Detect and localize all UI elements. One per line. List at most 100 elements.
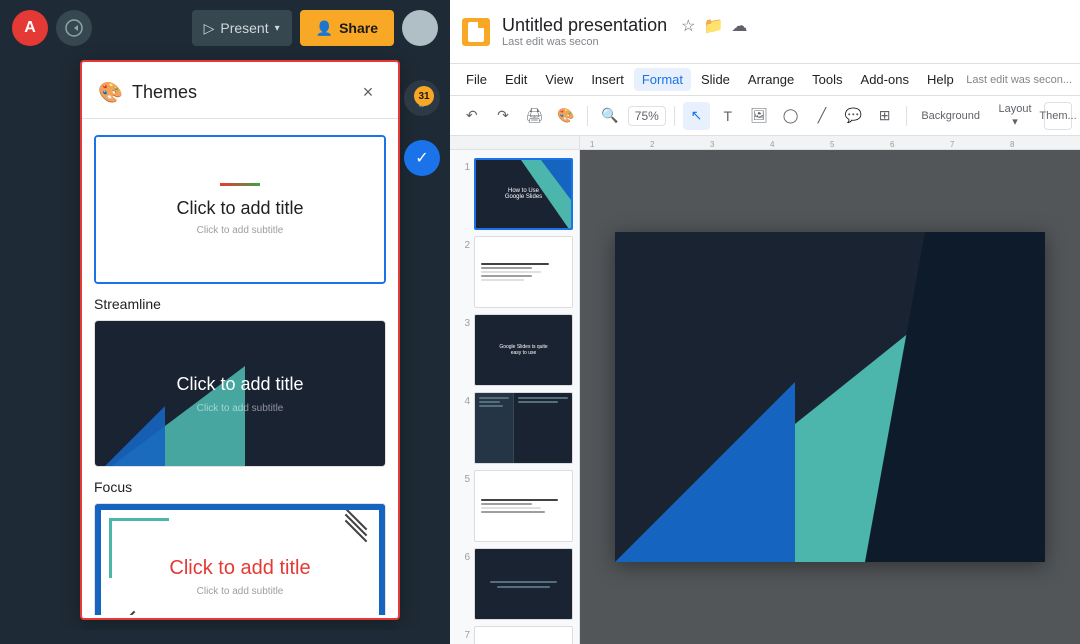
focus-lines-tr	[341, 518, 371, 532]
slide-number-6: 6	[456, 548, 470, 563]
table-row: 3 Google Slides is quiteeasy to use	[456, 314, 573, 386]
folder-icon[interactable]: 📁	[703, 16, 723, 36]
table-row: 1 How to UseGoogle Slides	[456, 158, 573, 230]
cursor-tool[interactable]: ↖	[683, 102, 710, 130]
svg-text:3: 3	[710, 140, 715, 149]
menu-tools[interactable]: Tools	[804, 68, 850, 91]
theme-card-focus[interactable]: Click to add title Click to add subtitle	[94, 503, 386, 615]
blank-theme-subtitle: Click to add subtitle	[197, 225, 284, 236]
line	[490, 581, 558, 583]
line-tool[interactable]: ╱	[808, 102, 835, 130]
undo-button[interactable]: ↶	[458, 102, 485, 130]
share-icon: 👤	[316, 20, 333, 37]
svg-text:8: 8	[1010, 140, 1015, 149]
google-account-icon[interactable]	[56, 10, 92, 46]
comment-tool[interactable]: 💬	[840, 102, 867, 130]
slide-4-preview	[475, 393, 572, 463]
toolbar-divider-3	[906, 106, 907, 126]
menu-format[interactable]: Format	[634, 68, 691, 91]
slide-thumb-4[interactable]	[474, 392, 573, 464]
slide-2-preview	[475, 237, 572, 307]
slide-number-2: 2	[456, 236, 470, 251]
line	[481, 263, 549, 265]
notification-badge: 31	[414, 86, 434, 106]
streamline-label: Streamline	[94, 296, 386, 312]
line	[479, 397, 509, 399]
menu-insert[interactable]: Insert	[583, 68, 632, 91]
table-row: 2	[456, 236, 573, 308]
line	[481, 271, 541, 273]
slide-thumb-3[interactable]: Google Slides is quiteeasy to use	[474, 314, 573, 386]
logo-corner	[478, 22, 484, 28]
slide-thumb-1[interactable]: How to UseGoogle Slides	[474, 158, 573, 230]
slide-thumb-6[interactable]	[474, 548, 573, 620]
ruler-area: 1 2 3 4 5 6 7 8	[450, 136, 1080, 150]
right-toolbar-buttons: Background Layout ▾ Them...	[915, 102, 1072, 130]
text-tool[interactable]: T	[714, 102, 741, 130]
embed-tool[interactable]: ⊞	[871, 102, 898, 130]
line	[479, 405, 503, 407]
slide-3-preview: Google Slides is quiteeasy to use	[475, 315, 572, 385]
table-row: 5	[456, 470, 573, 542]
zoom-value[interactable]: 75%	[628, 106, 666, 126]
themes-title: Themes	[132, 82, 354, 103]
presentation-title[interactable]: Untitled presentation	[502, 15, 667, 36]
logo-inner	[468, 22, 484, 42]
focus-title: Click to add title	[169, 557, 310, 580]
star-icon[interactable]: ☆	[681, 16, 695, 36]
layout-button[interactable]: Layout ▾	[990, 102, 1040, 130]
slide-number-4: 4	[456, 392, 470, 407]
redo-button[interactable]: ↷	[489, 102, 516, 130]
theme-button[interactable]: Them...	[1044, 102, 1072, 130]
slide-1-text: How to UseGoogle Slides	[505, 188, 542, 200]
left-panel: A ▷ Present ▾ 👤 Share 💡 31 ✓	[0, 0, 450, 630]
avatar[interactable]: A	[12, 10, 48, 46]
slide-6-preview	[475, 549, 572, 619]
main-slide[interactable]	[615, 232, 1045, 562]
menu-edit[interactable]: Edit	[497, 68, 535, 91]
theme-card-default[interactable]: Click to add title Click to add subtitle	[94, 135, 386, 284]
focus-corner-tl	[109, 518, 169, 578]
focus-preview: Click to add title Click to add subtitle	[95, 504, 385, 615]
blue-triangle	[95, 406, 165, 466]
menu-slide[interactable]: Slide	[693, 68, 738, 91]
blank-theme-preview: Click to add title Click to add subtitle	[96, 137, 384, 282]
slide-number-7: 7	[456, 626, 470, 641]
zoom-button[interactable]: 🔍	[596, 102, 623, 130]
table-row: 6	[456, 548, 573, 620]
image-tool[interactable]: 🖼	[746, 102, 773, 130]
present-button[interactable]: ▷ Present ▾	[192, 10, 292, 46]
close-button[interactable]: ×	[354, 78, 382, 106]
menu-bar: File Edit View Insert Format Slide Arran…	[450, 64, 1080, 96]
menu-file[interactable]: File	[458, 68, 495, 91]
slide-canvas-area[interactable]	[580, 150, 1080, 644]
toolbar-divider-1	[587, 106, 588, 126]
slide-thumb-2[interactable]	[474, 236, 573, 308]
slide-thumb-5[interactable]	[474, 470, 573, 542]
theme-card-streamline[interactable]: Click to add title Click to add subtitle	[94, 320, 386, 467]
theme-accent-bar	[220, 183, 260, 186]
shape-tool[interactable]: ◯	[777, 102, 804, 130]
cloud-icon[interactable]: ☁	[731, 16, 747, 36]
checkmark-icon[interactable]: ✓	[404, 140, 440, 176]
menu-view[interactable]: View	[537, 68, 581, 91]
menu-addons[interactable]: Add-ons	[853, 68, 917, 91]
profile-avatar[interactable]	[402, 10, 438, 46]
slides-content: 1 How to UseGoogle Slides 2	[450, 150, 1080, 644]
share-button[interactable]: 👤 Share	[300, 10, 394, 46]
google-slides-logo	[462, 18, 490, 46]
menu-help[interactable]: Help	[919, 68, 962, 91]
focus-subtitle: Click to add subtitle	[197, 586, 284, 597]
focus-label: Focus	[94, 479, 386, 495]
menu-arrange[interactable]: Arrange	[740, 68, 802, 91]
slides-thumbnail-panel[interactable]: 1 How to UseGoogle Slides 2	[450, 150, 580, 644]
slide-number-5: 5	[456, 470, 470, 485]
print-button[interactable]: 🖨	[521, 102, 548, 130]
background-button[interactable]: Background	[915, 102, 986, 130]
slide4-left	[475, 393, 514, 463]
themes-scroll-area[interactable]: Click to add title Click to add subtitle…	[82, 119, 398, 615]
slide-thumb-7[interactable]	[474, 626, 573, 644]
paint-format-button[interactable]: 🎨	[552, 102, 579, 130]
line	[481, 503, 532, 505]
blank-theme-title: Click to add title	[176, 198, 303, 219]
